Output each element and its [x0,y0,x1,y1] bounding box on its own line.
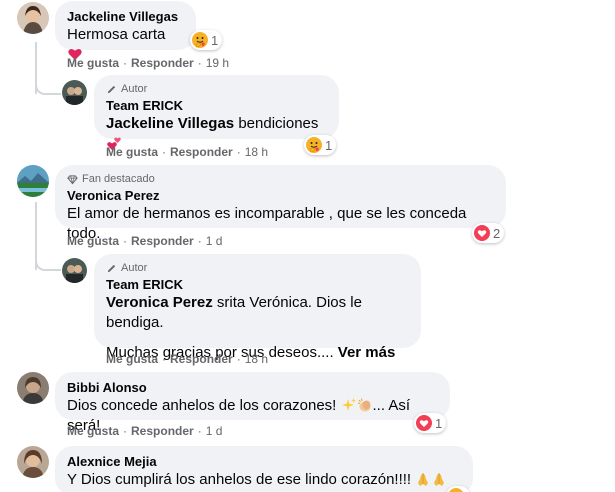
reply-button[interactable]: Responder [131,234,194,248]
love-reaction-icon [416,415,432,431]
sparkles-emoji [341,397,357,413]
comment-actions: Me gusta · Responder · 1 d [67,233,222,249]
timestamp[interactable]: 19 h [206,56,229,70]
comment-text: Y Dios cumplirá los anhelos de ese lindo… [67,471,416,488]
separator: · [123,234,128,248]
reaction-summary[interactable]: 1 [414,413,447,433]
comment-bubble: Jackeline Villegas Hermosa carta [55,1,196,50]
pencil-icon [106,84,117,95]
pencil-icon [106,263,117,274]
reaction-count: 1 [435,415,443,431]
separator: · [123,56,128,70]
separator: · [123,424,128,438]
reaction-count: 2 [493,225,501,241]
like-button[interactable]: Me gusta [67,424,119,438]
avatar[interactable] [62,80,87,105]
separator: · [197,56,202,70]
comment-bubble: Bibbi Alonso Dios concede anhelos de los… [55,372,450,434]
like-button[interactable]: Me gusta [106,352,158,366]
reply-bubble: Autor Team ERICK Jackeline Villegas bend… [94,75,339,139]
mention-link[interactable]: Veronica Perez [106,294,213,311]
comment-actions: Me gusta · Responder · 19 h [67,55,229,71]
praying-hands-emoji [431,471,447,487]
clapping-hands-emoji [357,397,373,413]
timestamp[interactable]: 18 h [245,352,268,366]
reply-bubble: Autor Team ERICK Veronica Perez srita Ve… [94,254,421,361]
avatar-photo [17,165,49,197]
comment-actions: Me gusta · Responder · 18 h [106,351,268,367]
reaction-summary[interactable]: 1 [304,135,337,155]
like-button[interactable]: Me gusta [106,145,158,159]
avatar-photo [17,372,49,404]
avatar-photo [17,446,49,478]
comment-bubble: Alexnice Mejia Y Dios cumplirá los anhel… [55,446,473,492]
reply-button[interactable]: Responder [131,56,194,70]
separator: · [197,424,202,438]
avatar-photo [17,2,49,34]
reaction-summary[interactable]: 2 [472,223,505,243]
commenter-name[interactable]: Jackeline Villegas [67,8,184,25]
badge-label: Fan destacado [82,173,155,185]
reaction-count: 1 [325,137,333,153]
commenter-name[interactable]: Team ERICK [106,276,409,293]
thread-elbow [35,256,61,271]
reply-button[interactable]: Responder [170,352,233,366]
separator: · [197,234,202,248]
thread-elbow [35,80,61,95]
separator: · [236,145,241,159]
commenter-name[interactable]: Bibbi Alonso [67,379,438,396]
comment-bubble: Fan destacado Veronica Perez El amor de … [55,165,506,242]
commenter-name[interactable]: Team ERICK [106,97,327,114]
separator: · [236,352,241,366]
separator: · [162,352,167,366]
avatar[interactable] [17,165,49,197]
reaction-count: 1 [211,32,219,48]
like-button[interactable]: Me gusta [67,234,119,248]
avatar[interactable] [17,372,49,404]
separator: · [162,145,167,159]
comment-actions: Me gusta · Responder · 1 d [67,423,222,439]
avatar[interactable] [62,258,87,283]
praying-hands-emoji [415,471,431,487]
timestamp[interactable]: 1 d [206,424,223,438]
reaction-summary[interactable]: 1 [190,30,223,50]
mention-link[interactable]: Jackeline Villegas [106,115,234,132]
comment-text: bendiciones [234,115,319,132]
care-reaction-icon [306,137,322,153]
care-reaction-icon [448,488,464,492]
comment-text: Hermosa carta [67,26,166,43]
avatar[interactable] [17,446,49,478]
top-fan-badge: Fan destacado [67,172,494,186]
love-reaction-icon [474,225,490,241]
avatar-photo [62,258,87,283]
reply-button[interactable]: Responder [170,145,233,159]
timestamp[interactable]: 18 h [245,145,268,159]
avatar-photo [62,80,87,105]
see-more-link[interactable]: Ver más [338,344,396,361]
commenter-name[interactable]: Veronica Perez [67,187,494,204]
comment-actions: Me gusta · Responder · 18 h [106,144,268,160]
author-badge: Autor [106,82,327,96]
diamond-icon [67,174,78,185]
avatar[interactable] [17,2,49,34]
comment-text: Dios concede anhelos de los corazones! [67,397,341,414]
commenter-name[interactable]: Alexnice Mejia [67,453,461,470]
badge-label: Autor [121,83,148,95]
like-button[interactable]: Me gusta [67,56,119,70]
care-reaction-icon [192,32,208,48]
author-badge: Autor [106,261,409,275]
badge-label: Autor [121,262,148,274]
timestamp[interactable]: 1 d [206,234,223,248]
reply-button[interactable]: Responder [131,424,194,438]
